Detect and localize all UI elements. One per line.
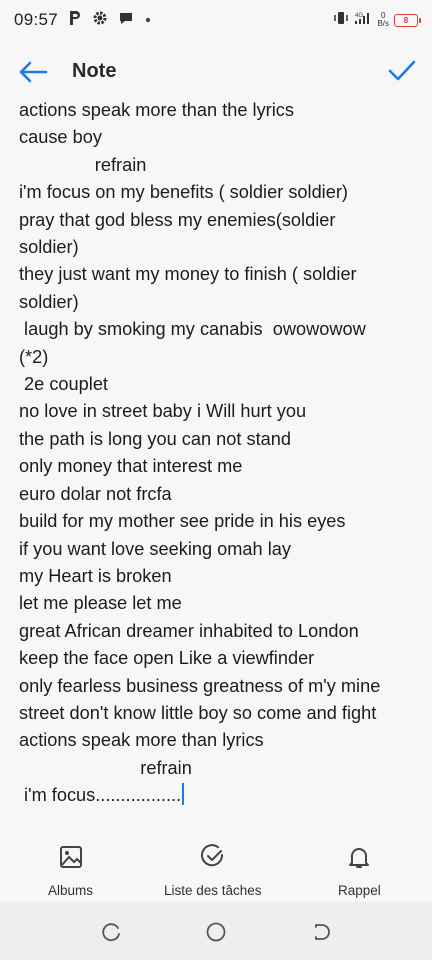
checklist-button[interactable]: Liste des tâches bbox=[164, 844, 262, 898]
note-line: refrain bbox=[19, 152, 419, 179]
note-line-text: great African dreamer inhabited to Londo… bbox=[19, 620, 359, 641]
note-line: build for my mother see pride in his eye… bbox=[19, 508, 419, 535]
note-line-text: laugh by smoking my canabis owowowow bbox=[19, 319, 366, 340]
battery-icon: 8 bbox=[394, 13, 421, 27]
parking-p-icon bbox=[68, 10, 82, 31]
app-header: Note bbox=[0, 46, 432, 98]
note-line: they just want my money to finish ( sold… bbox=[19, 261, 419, 288]
note-line: actions speak more than lyrics bbox=[19, 727, 419, 754]
home-icon[interactable] bbox=[204, 920, 228, 944]
note-line-text: actions speak more than lyrics bbox=[19, 730, 264, 751]
back-nav-icon[interactable] bbox=[310, 920, 334, 944]
note-line-text: my Heart is broken bbox=[19, 565, 172, 586]
note-line-text: i'm focus................. bbox=[19, 785, 182, 806]
note-line-text: actions speak more than the lyrics bbox=[19, 100, 294, 120]
note-line-text: only fearless business greatness of m'y … bbox=[19, 675, 381, 696]
note-line: (*2) bbox=[19, 344, 419, 371]
note-line: pray that god bless my enemies(soldier bbox=[19, 207, 419, 234]
note-line: street don't know little boy so come and… bbox=[19, 700, 419, 727]
albums-label: Albums bbox=[48, 883, 94, 898]
reminder-label: Rappel bbox=[338, 883, 381, 898]
note-line-text: euro dolar not frcfa bbox=[19, 483, 172, 504]
checkmark-save-icon[interactable] bbox=[386, 56, 418, 86]
bell-icon bbox=[346, 844, 372, 875]
note-line: only fearless business greatness of m'y … bbox=[19, 673, 419, 700]
note-line: i'm focus................. bbox=[19, 782, 419, 809]
note-line: euro dolar not frcfa bbox=[19, 481, 419, 508]
note-line-text: refrain bbox=[19, 154, 147, 175]
page-title: Note bbox=[72, 60, 117, 82]
status-bar: 09:57 4G 0 B/s 8 bbox=[0, 0, 432, 40]
albums-button[interactable]: Albums bbox=[48, 844, 93, 898]
note-line-text: no love in street baby i Will hurt you bbox=[19, 401, 307, 422]
note-line: if you want love seeking omah lay bbox=[19, 536, 419, 563]
note-line-text: (*2) bbox=[19, 346, 49, 367]
note-line: no love in street baby i Will hurt you bbox=[19, 398, 419, 425]
signal-label: 4G bbox=[355, 13, 363, 19]
note-line-text: soldier) bbox=[19, 237, 79, 258]
vibrate-icon bbox=[333, 11, 349, 30]
note-line-text: keep the face open Like a viewfinder bbox=[19, 648, 315, 669]
note-line-text: 2e couplet bbox=[19, 374, 108, 395]
note-line: refrain bbox=[19, 755, 419, 782]
note-line: soldier) bbox=[19, 289, 419, 316]
recents-icon[interactable] bbox=[99, 920, 123, 944]
signal-icon: 4G bbox=[354, 11, 372, 30]
note-line: soldier) bbox=[19, 234, 419, 261]
system-nav-bar bbox=[0, 902, 432, 960]
bottom-toolbar: Albums Liste des tâches Rappel bbox=[0, 836, 432, 902]
note-line-text: pray that god bless my enemies(soldier bbox=[19, 209, 336, 230]
note-line: laugh by smoking my canabis owowowow bbox=[19, 316, 419, 343]
note-line-text: soldier) bbox=[19, 291, 79, 312]
note-line-text: they just want my money to finish ( sold… bbox=[19, 264, 357, 285]
note-line-text: cause boy bbox=[19, 127, 102, 148]
checklist-label: Liste des tâches bbox=[164, 883, 262, 898]
reminder-button[interactable]: Rappel bbox=[338, 844, 381, 898]
image-icon bbox=[58, 844, 84, 875]
note-line-text: build for my mother see pride in his eye… bbox=[19, 511, 346, 532]
note-line: great African dreamer inhabited to Londo… bbox=[19, 618, 419, 645]
check-circle-icon bbox=[200, 844, 226, 875]
note-editor[interactable]: actions speak more than the lyrics cause … bbox=[19, 97, 419, 810]
note-line: the path is long you can not stand bbox=[19, 426, 419, 453]
gear-icon bbox=[92, 10, 108, 31]
note-line: cause boy bbox=[19, 124, 419, 151]
note-line-text: i'm focus on my benefits ( soldier soldi… bbox=[19, 182, 348, 203]
status-time: 09:57 bbox=[14, 10, 59, 29]
note-line-text: let me please let me bbox=[19, 593, 182, 614]
note-line: keep the face open Like a viewfinder bbox=[19, 645, 419, 672]
note-line: let me please let me bbox=[19, 590, 419, 617]
note-line-text: if you want love seeking omah lay bbox=[19, 538, 291, 559]
note-line: only money that interest me bbox=[19, 453, 419, 480]
note-line-text: street don't know little boy so come and… bbox=[19, 702, 377, 723]
text-cursor bbox=[182, 783, 185, 806]
battery-level: 8 bbox=[403, 15, 409, 25]
back-arrow-icon[interactable] bbox=[16, 58, 50, 86]
note-line-text: only money that interest me bbox=[19, 456, 243, 477]
net-speed: 0 B/s bbox=[377, 12, 389, 28]
note-line: my Heart is broken bbox=[19, 563, 419, 590]
note-line: i'm focus on my benefits ( soldier soldi… bbox=[19, 179, 419, 206]
net-speed-unit: B/s bbox=[377, 19, 389, 28]
chat-bubble-icon bbox=[118, 10, 134, 31]
note-line: actions speak more than the lyrics bbox=[19, 97, 419, 124]
note-line-text: the path is long you can not stand bbox=[19, 428, 291, 449]
note-line: 2e couplet bbox=[19, 371, 419, 398]
note-line-text: refrain bbox=[19, 757, 192, 778]
notification-dot-icon bbox=[144, 11, 152, 29]
